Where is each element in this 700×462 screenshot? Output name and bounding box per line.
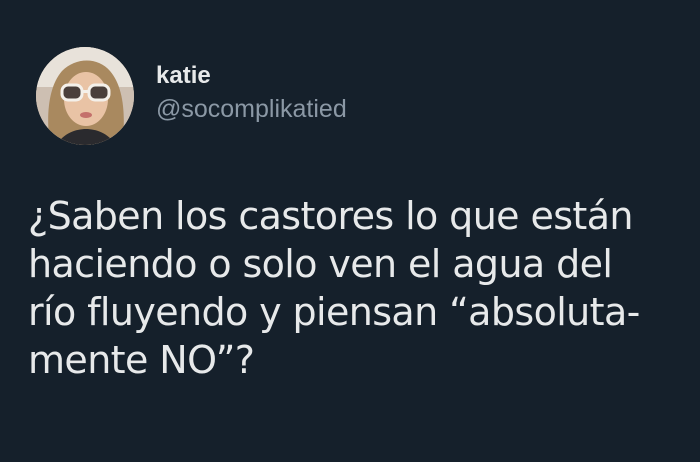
- tweet-text-line: haciendo o solo ven el agua del: [28, 242, 613, 286]
- author-display-name[interactable]: katie: [156, 61, 347, 91]
- tweet-card: katie @socomplikatied ¿Saben los castore…: [0, 0, 700, 462]
- tweet-text-line: mente NO”?: [28, 338, 255, 382]
- tweet-header: katie @socomplikatied: [36, 46, 347, 146]
- author-names: katie @socomplikatied: [156, 61, 347, 125]
- profile-photo-icon: [36, 47, 134, 145]
- tweet-text-line: río fluyendo y piensan “absoluta-: [28, 290, 640, 334]
- avatar[interactable]: [36, 47, 134, 145]
- tweet-text: ¿Saben los castores lo que están haciend…: [28, 192, 678, 384]
- tweet-text-line: ¿Saben los castores lo que están: [28, 194, 633, 238]
- author-handle[interactable]: @socomplikatied: [156, 93, 347, 125]
